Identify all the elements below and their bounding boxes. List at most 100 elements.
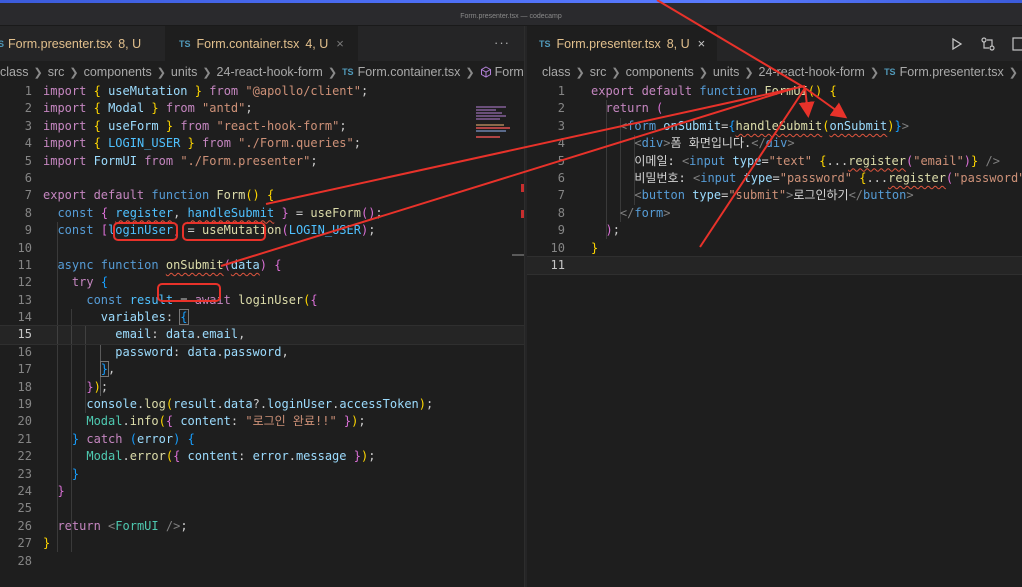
- chevron-right-icon: ❯: [744, 66, 754, 79]
- code-line: 10}: [550, 240, 599, 255]
- breadcrumb-item[interactable]: src: [590, 65, 607, 79]
- code-line-current: 15 email: data.email,: [0, 325, 524, 345]
- chevron-right-icon: ❯: [465, 66, 475, 79]
- symbol-function-icon: [480, 66, 492, 78]
- breadcrumb-item[interactable]: units: [713, 65, 739, 79]
- code-line: 16 password: data.password,: [17, 344, 289, 359]
- breadcrumb-item[interactable]: units: [171, 65, 197, 79]
- code-line: 6: [24, 170, 32, 185]
- breadcrumb-file-type-badge: TS: [342, 67, 354, 77]
- code-line: 1 export default function FormUI() {: [557, 84, 837, 98]
- code-line: 7 <button type="submit">로그인하기</button>: [557, 188, 914, 203]
- chevron-right-icon: ❯: [202, 66, 212, 79]
- code-line: 8 </form>: [557, 205, 671, 220]
- code-line: 25: [17, 501, 32, 516]
- code-line: 7 export default function Form() {: [24, 188, 275, 203]
- annotation-box-register: [113, 222, 178, 241]
- code-line: 19 console.log(result.data?.loginUser.ac…: [17, 397, 434, 412]
- code-line: 21 } catch (error) {: [17, 431, 195, 446]
- code-line: 2 import { Modal } from "antd";: [24, 101, 253, 116]
- left-editor-group: S Form.presenter.tsx 8, U TS Form.contai…: [0, 26, 524, 587]
- code-line: 24 }: [17, 483, 65, 498]
- tab-form-presenter[interactable]: TS Form.presenter.tsx 8, U ×: [527, 26, 718, 61]
- tab-file-type-badge: TS: [179, 38, 191, 49]
- editor-actions: [950, 34, 1022, 54]
- code-line: 5 이메일: <input type="text" {...register("…: [557, 153, 1000, 168]
- code-line: 26 return <FormUI />;: [17, 518, 188, 533]
- split-editor-icon[interactable]: [1012, 36, 1022, 52]
- chevron-right-icon: ❯: [611, 66, 621, 79]
- tab-problem-count: 8, U: [118, 36, 142, 51]
- tab-filename: Form.container.tsx: [196, 36, 300, 51]
- code-line: 20 Modal.info({ content: "로그인 완료!!" });: [17, 414, 366, 429]
- code-line: 11 async function onSubmit(data) {: [17, 257, 282, 272]
- more-actions-button[interactable]: ···: [494, 35, 510, 50]
- breadcrumb-item[interactable]: components: [84, 65, 152, 79]
- code-line: 27}: [17, 536, 51, 551]
- breadcrumb-item[interactable]: components: [626, 65, 694, 79]
- code-line: 17 },: [17, 361, 116, 378]
- breadcrumb-item[interactable]: class: [542, 65, 570, 79]
- breadcrumb-item[interactable]: Form.presenter.tsx: [900, 65, 1004, 79]
- tab-file-type-badge: S: [0, 38, 5, 49]
- left-tab-bar: S Form.presenter.tsx 8, U TS Form.contai…: [0, 26, 524, 61]
- breadcrumb: class ❯ src ❯ components ❯ units ❯ 24-react-…: [0, 61, 524, 83]
- code-line: 4 import { LOGIN_USER } from "./Form.quer…: [24, 136, 361, 151]
- tab-form-container[interactable]: TS Form.container.tsx 4, U ×: [165, 26, 358, 61]
- breadcrumb-file-type-badge: TS: [884, 67, 896, 77]
- scrollbar[interactable]: [512, 254, 524, 256]
- chevron-right-icon: ❯: [33, 66, 43, 79]
- annotation-box-handlesubmit: [182, 222, 266, 241]
- breadcrumb-item[interactable]: 24-react-hook-form: [217, 65, 323, 79]
- code-line: 3 <form onSubmit={handleSubmit(onSubmit)…: [557, 118, 909, 133]
- breadcrumb-item[interactable]: src: [48, 65, 65, 79]
- right-editor-group: TS Form.presenter.tsx 8, U × class ❯ src ❯…: [527, 26, 1022, 587]
- code-line: 14 variables: {: [17, 309, 189, 326]
- tab-problem-count: 8, U: [666, 36, 690, 51]
- code-line: 1 import { useMutation } from "@apollo/cl…: [24, 84, 369, 98]
- breadcrumb: class ❯ src ❯ components ❯ units ❯ 24-react-…: [527, 61, 1022, 83]
- chevron-right-icon: ❯: [156, 66, 166, 79]
- code-line: 18 });: [17, 379, 109, 394]
- tab-form-presenter[interactable]: S Form.presenter.tsx 8, U: [0, 26, 155, 61]
- breadcrumb-item[interactable]: Form.container.tsx: [358, 65, 461, 79]
- code-line: 3 import { useForm } from "react-hook-for…: [24, 118, 347, 133]
- tab-filename: Form.presenter.tsx: [556, 36, 661, 51]
- tab-problem-count: 4, U: [305, 36, 329, 51]
- breadcrumb-item[interactable]: 24-react-hook-form: [759, 65, 865, 79]
- right-code-editor[interactable]: 1 export default function FormUI() { 2 re…: [527, 83, 1022, 276]
- chevron-right-icon: ❯: [1008, 66, 1018, 79]
- breadcrumb-item[interactable]: Form: [495, 65, 524, 79]
- code-line: 4 <div>폼 화면입니다.</div>: [557, 136, 795, 151]
- tab-file-type-badge: TS: [539, 38, 551, 49]
- code-line: 28: [17, 553, 32, 568]
- minimap[interactable]: [476, 106, 516, 156]
- window-titlebar: Form.presenter.tsx — codecamp: [0, 0, 1022, 26]
- code-line: 8 const { register, handleSubmit } = use…: [24, 205, 383, 220]
- code-line: 2 return (: [557, 101, 664, 116]
- code-line: 22 Modal.error({ content: error.message …: [17, 449, 376, 464]
- code-line: 6 비밀번호: <input type="password" {...regis…: [557, 170, 1022, 185]
- code-line: 12 try {: [17, 275, 109, 290]
- window-title: Form.presenter.tsx — codecamp: [460, 13, 562, 20]
- compare-changes-icon[interactable]: [980, 36, 996, 52]
- chevron-right-icon: ❯: [69, 66, 79, 79]
- tab-close-icon[interactable]: ×: [336, 36, 344, 51]
- code-line: 9 );: [557, 223, 620, 238]
- code-line: 23 }: [17, 466, 80, 481]
- right-tab-bar: TS Form.presenter.tsx 8, U ×: [527, 26, 1022, 61]
- tab-filename: Form.presenter.tsx: [8, 36, 113, 51]
- code-line: 10: [17, 240, 32, 255]
- left-code-editor[interactable]: 1 import { useMutation } from "@apollo/cl…: [0, 83, 524, 570]
- code-line: 13 const result = await loginUser({: [17, 292, 318, 307]
- chevron-right-icon: ❯: [327, 66, 338, 79]
- run-icon[interactable]: [950, 37, 964, 51]
- breadcrumb-item[interactable]: class: [0, 65, 28, 79]
- tab-close-icon[interactable]: ×: [698, 36, 706, 51]
- chevron-right-icon: ❯: [869, 66, 880, 79]
- chevron-right-icon: ❯: [575, 66, 585, 79]
- chevron-right-icon: ❯: [698, 66, 708, 79]
- titlebar-accent-strip: [0, 0, 1022, 3]
- code-line-current: 11: [527, 255, 1022, 276]
- code-line: 5 import FormUI from "./Form.presenter";: [24, 153, 318, 168]
